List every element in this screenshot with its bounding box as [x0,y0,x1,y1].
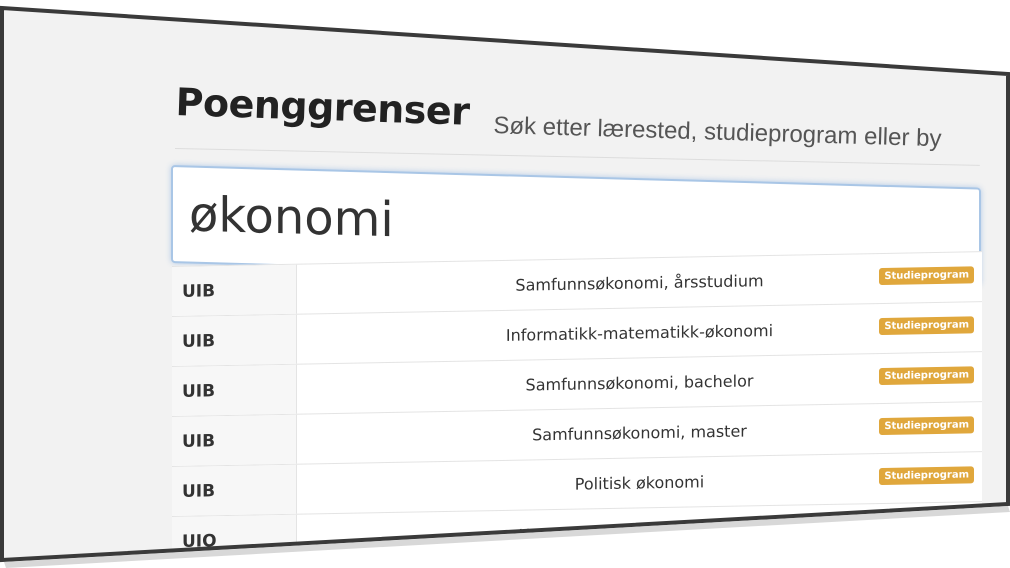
result-type-badge: Studieprogram [879,266,974,286]
result-program-name[interactable]: Helseledelse og helseøkonomi [297,517,982,549]
result-type-badge: Studieprogram [879,316,974,336]
result-type-badge: Studieprogram [879,416,974,436]
result-institution: UIB [172,414,297,466]
page-header: Poenggrenser Søk etter lærested, studiep… [175,80,995,152]
result-type-badge: Studieprogram [879,466,974,486]
result-institution: UIB [172,264,297,316]
result-institution: UIB [172,314,297,366]
page-title: Poenggrenser [175,80,471,134]
page-subtitle: Søk etter lærested, studieprogram eller … [493,112,942,153]
page-content: Poenggrenser Søk etter lærested, studiep… [2,8,1008,560]
result-institution: UIB [172,364,297,416]
result-institution: UIO [172,514,297,560]
result-type-badge: Studieprogram [879,366,974,386]
result-type-badge: Studieprogram [879,516,974,536]
result-institution: UIB [172,464,297,516]
results-table: UIB Samfunnsøkonomi, årsstudium Studieprog… [172,251,982,560]
